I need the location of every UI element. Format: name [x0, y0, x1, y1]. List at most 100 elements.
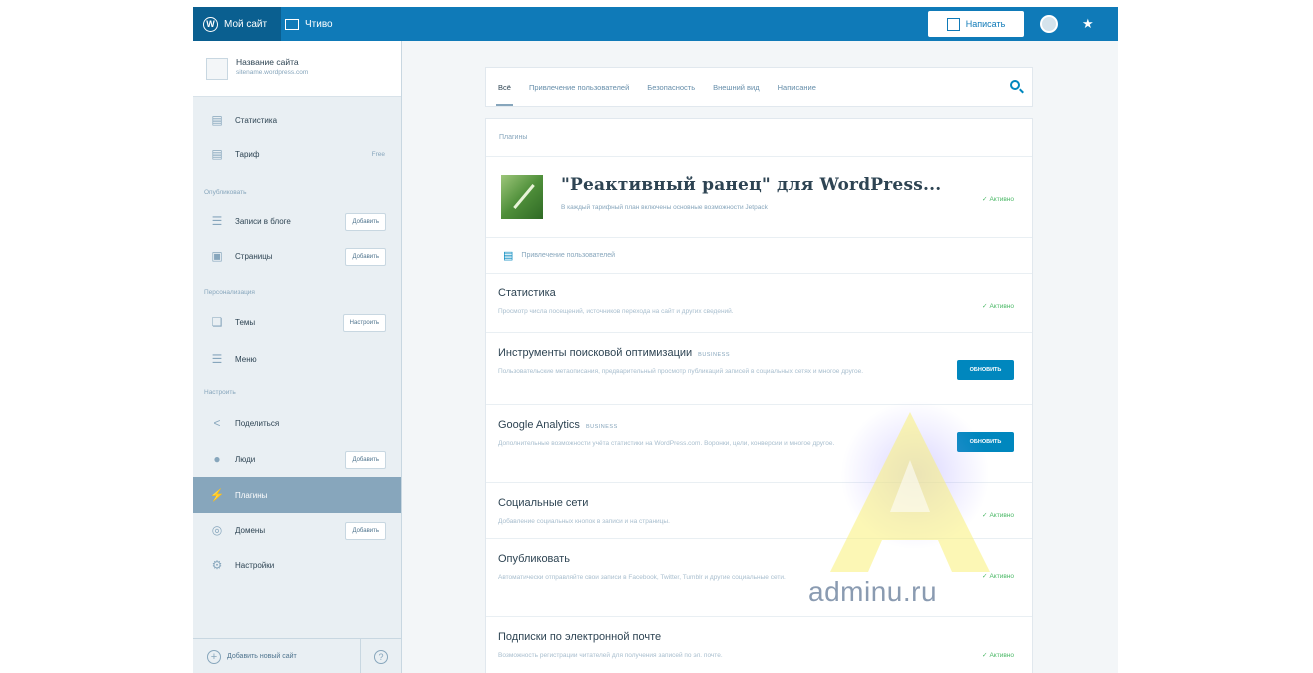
- add-domain-button[interactable]: Добавить: [345, 522, 386, 540]
- plugin-name: Статистика: [498, 287, 556, 299]
- plugin-name-text: Инструменты поисковой оптимизации: [498, 347, 693, 359]
- sidebar-item-label: Статистика: [235, 115, 278, 125]
- plugin-row-stats[interactable]: Статистика Просмотр числа посещений, ист…: [486, 273, 1032, 333]
- business-badge: business: [698, 352, 730, 358]
- jetpack-thumbnail: [501, 175, 543, 219]
- add-new-site-link[interactable]: Добавить новый сайт: [227, 653, 297, 660]
- help-button[interactable]: ?: [360, 639, 401, 673]
- site-name: Название сайта: [236, 57, 299, 67]
- masterbar: W Мой сайт Чтиво Написать ★: [193, 7, 1118, 41]
- sidebar-item-label: Тариф: [235, 149, 260, 159]
- tab-security[interactable]: Безопасность: [647, 68, 695, 106]
- sidebar-item-label: Домены: [235, 525, 266, 535]
- status-badge: Активно: [982, 195, 1014, 203]
- sidebar-item-pages[interactable]: ▣ Страницы Добавить: [193, 242, 401, 270]
- plugin-row-google-analytics[interactable]: Google Analytics business Дополнительные …: [486, 405, 1032, 483]
- group-engagement: ▤ Привлечение пользователей: [486, 237, 1032, 274]
- jetpack-description: В каждый тарифный план включены основные…: [561, 204, 768, 211]
- my-site-button[interactable]: W Мой сайт: [193, 7, 281, 41]
- gear-icon: ⚙: [211, 558, 223, 572]
- sidebar-item-label: Плагины: [235, 490, 268, 500]
- add-post-button[interactable]: Добавить: [345, 213, 386, 231]
- status-badge: Активно: [982, 302, 1014, 310]
- sidebar-item-label: Люди: [235, 454, 256, 464]
- sidebar-item-label: Настройки: [235, 560, 275, 570]
- plan-value: Free: [371, 150, 385, 158]
- sidebar-item-label: Темы: [235, 317, 256, 327]
- section-publish: Опубликовать: [204, 189, 247, 196]
- notifications-bell-icon[interactable]: ★: [1082, 17, 1096, 31]
- section-personalize: Персонализация: [204, 289, 255, 296]
- jetpack-card[interactable]: "Реактивный ранец" для WordPress... В ка…: [486, 157, 1032, 238]
- plugin-row-subscriptions[interactable]: Подписки по электронной почте Возможност…: [486, 617, 1032, 673]
- stats-icon: ▤: [503, 249, 514, 262]
- menus-icon: ☰: [211, 352, 223, 366]
- jetpack-title: "Реактивный ранец" для WordPress...: [561, 175, 942, 195]
- section-configure: Настроить: [204, 389, 236, 396]
- add-page-button[interactable]: Добавить: [345, 248, 386, 266]
- tab-appearance[interactable]: Внешний вид: [713, 68, 760, 106]
- help-icon: ?: [374, 649, 388, 664]
- sidebar-item-domains[interactable]: ◎ Домены Добавить: [193, 516, 401, 544]
- reader-button[interactable]: Чтиво: [285, 7, 333, 41]
- status-badge: Активно: [982, 651, 1014, 659]
- plugin-filter-tabs: Всё Привлечение пользователей Безопаснос…: [486, 68, 1032, 106]
- tab-all[interactable]: Всё: [496, 68, 513, 106]
- plug-icon: ⚡: [209, 488, 225, 502]
- status-badge: Активно: [982, 511, 1014, 519]
- sidebar-item-stats[interactable]: ▤ Статистика: [193, 106, 401, 134]
- plan-icon: ▤: [211, 147, 223, 161]
- sidebar-item-plugins[interactable]: ⚡ Плагины: [193, 477, 401, 513]
- customize-button[interactable]: Настроить: [342, 314, 386, 332]
- current-site-card[interactable]: Название сайта sitename.wordpress.com: [193, 41, 401, 97]
- posts-icon: ☰: [211, 214, 223, 228]
- search-icon[interactable]: [1010, 80, 1020, 90]
- plugin-row-publicize[interactable]: Опубликовать Автоматически отправляйте с…: [486, 539, 1032, 617]
- site-url: sitename.wordpress.com: [236, 69, 309, 76]
- user-avatar[interactable]: [1040, 15, 1058, 33]
- sidebar-item-blog-posts[interactable]: ☰ Записи в блоге Добавить: [193, 207, 401, 235]
- sidebar-item-settings[interactable]: ⚙ Настройки: [193, 551, 401, 579]
- share-icon: <: [213, 416, 221, 430]
- business-badge: business: [585, 424, 618, 430]
- plugin-description: Пользовательские метаописания, предварит…: [498, 368, 864, 375]
- people-icon: ●: [213, 452, 221, 466]
- plugins-header: Плагины: [486, 119, 1032, 157]
- update-button[interactable]: Обновить: [957, 360, 1014, 380]
- stats-icon: ▤: [211, 113, 223, 127]
- sidebar-footer: + Добавить новый сайт ?: [193, 638, 401, 673]
- write-button[interactable]: Написать: [928, 11, 1024, 37]
- site-icon: [206, 58, 228, 80]
- write-label: Написать: [965, 19, 1006, 29]
- plugin-name: Подписки по электронной почте: [498, 631, 662, 643]
- sidebar-item-label: Страницы: [235, 251, 273, 261]
- plugin-name: Социальные сети: [498, 497, 589, 509]
- my-site-label: Мой сайт: [224, 18, 268, 30]
- sidebar-item-label: Меню: [235, 354, 257, 364]
- sidebar-item-people[interactable]: ● Люди Добавить: [193, 445, 401, 473]
- plugin-row-seo[interactable]: Инструменты поисковой оптимизации busines…: [486, 333, 1032, 405]
- sidebar-item-menus[interactable]: ☰ Меню: [193, 345, 401, 373]
- plugin-row-social[interactable]: Социальные сети Добавление социальных кн…: [486, 483, 1032, 539]
- sidebar-item-plan[interactable]: ▤ Тариф Free: [193, 140, 401, 168]
- add-site-icon[interactable]: +: [207, 649, 221, 664]
- wordpress-logo-icon: W: [203, 16, 218, 32]
- reader-label: Чтиво: [305, 18, 333, 30]
- themes-icon: ❏: [211, 315, 223, 329]
- plugins-panel: Плагины "Реактивный ранец" для WordPress…: [486, 119, 1032, 673]
- plugin-description: Возможность регистрации читателей для по…: [498, 652, 723, 659]
- plugin-name: Google Analytics business: [498, 419, 618, 431]
- sidebar-item-themes[interactable]: ❏ Темы Настроить: [193, 308, 401, 336]
- app-frame: W Мой сайт Чтиво Написать ★ Название сай…: [193, 7, 1118, 673]
- pages-icon: ▣: [211, 249, 223, 263]
- update-button[interactable]: Обновить: [957, 432, 1014, 452]
- sidebar-item-label: Записи в блоге: [235, 216, 291, 226]
- tab-writing[interactable]: Написание: [778, 68, 816, 106]
- add-person-button[interactable]: Добавить: [345, 451, 386, 469]
- plugin-name-text: Google Analytics: [498, 419, 580, 431]
- sidebar: Название сайта sitename.wordpress.com ▤ …: [193, 41, 402, 673]
- tab-engagement[interactable]: Привлечение пользователей: [529, 68, 629, 106]
- pencil-icon: [946, 17, 960, 31]
- sidebar-item-sharing[interactable]: < Поделиться: [193, 409, 401, 437]
- status-badge: Активно: [982, 572, 1014, 580]
